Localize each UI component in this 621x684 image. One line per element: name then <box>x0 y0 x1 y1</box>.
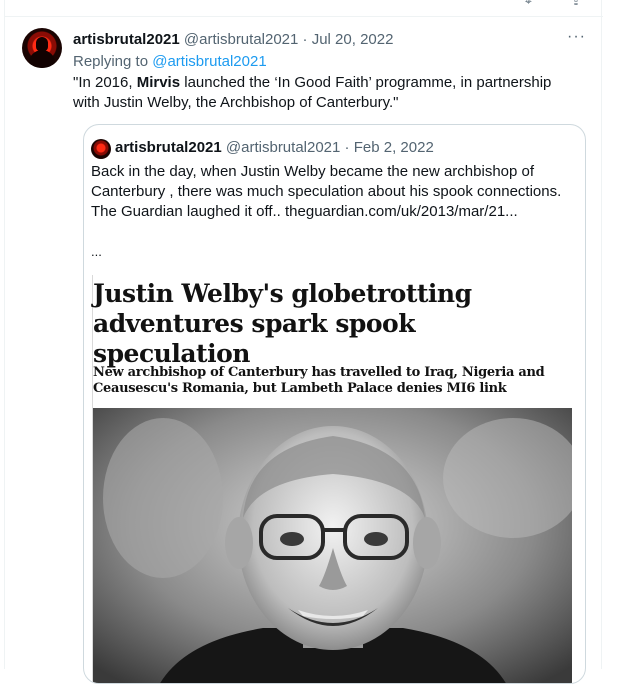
avatar-shoulders <box>29 50 55 68</box>
user-handle[interactable]: @artisbrutal2021 <box>184 31 298 48</box>
bookmark-icon[interactable]: ⌖ <box>525 0 532 9</box>
tweet-text: "In 2016, Mirvis launched the ‘In Good F… <box>73 73 578 113</box>
replying-to: Replying to @artisbrutal2021 <box>73 52 267 72</box>
article-screenshot-image[interactable]: Justin Welby's globetrotting adventures … <box>91 275 579 683</box>
quoted-ellipsis: ... <box>91 244 102 259</box>
timeline-column: ⌖ ⇪ artisbrutal2021 @artisbrutal2021 · J… <box>4 0 603 684</box>
replying-to-link[interactable]: @artisbrutal2021 <box>152 53 266 70</box>
display-name[interactable]: artisbrutal2021 <box>73 31 180 48</box>
quoted-separator-dot: · <box>344 139 350 156</box>
replying-to-label: Replying to <box>73 53 149 70</box>
quoted-user-handle[interactable]: @artisbrutal2021 <box>226 139 340 156</box>
article-headline: Justin Welby's globetrotting adventures … <box>93 279 472 368</box>
tweet-text-part1: "In 2016, <box>73 74 137 91</box>
tweet-header: artisbrutal2021 @artisbrutal2021 · Jul 2… <box>73 30 393 50</box>
quoted-avatar[interactable] <box>91 139 111 159</box>
quoted-header: artisbrutal2021 @artisbrutal2021 · Feb 2… <box>115 138 434 158</box>
quoted-date[interactable]: Feb 2, 2022 <box>354 139 434 156</box>
avatar[interactable] <box>22 28 62 68</box>
previous-tweet-action-bar: ⌖ ⇪ <box>5 0 603 17</box>
portrait-photo <box>93 408 572 683</box>
share-icon[interactable]: ⇪ <box>571 0 581 8</box>
quoted-tweet[interactable]: artisbrutal2021 @artisbrutal2021 · Feb 2… <box>83 124 586 684</box>
quoted-display-name[interactable]: artisbrutal2021 <box>115 139 222 156</box>
avatar-figure <box>36 37 48 51</box>
separator-dot: · <box>302 31 308 48</box>
more-horizontal-icon[interactable]: ··· <box>567 28 586 46</box>
tweet-date[interactable]: Jul 20, 2022 <box>312 31 394 48</box>
article-standfirst: New archbishop of Canterbury has travell… <box>93 365 545 396</box>
quoted-text: Back in the day, when Justin Welby becam… <box>91 163 562 220</box>
tweet-text-mention: Mirvis <box>136 74 181 91</box>
